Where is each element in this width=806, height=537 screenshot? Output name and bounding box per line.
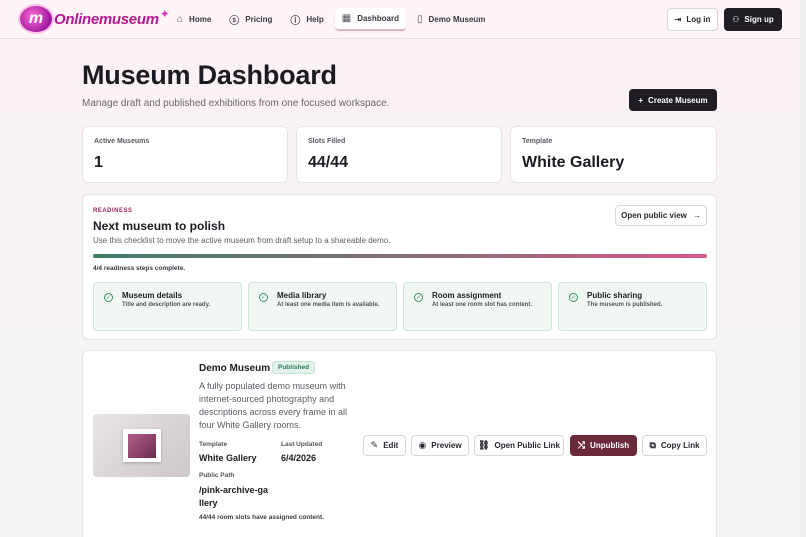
stat-value: White Gallery [522,154,625,171]
dollar-circle-icon: ⓢ [229,16,240,27]
edit-label: Edit [383,441,399,450]
nav-item-label: Dashboard [357,14,399,23]
step-room-assignment: ✓ Room assignment At least one room slot… [403,282,552,331]
create-museum-button[interactable]: + Create Museum [629,89,717,111]
check-circle-icon: ✓ [569,293,578,302]
grid-icon: ▦ [341,13,352,24]
logo-mark-icon: m [20,6,52,32]
eye-icon: ◉ [418,440,427,450]
nav-item-help[interactable]: ⓘ Help [283,8,330,31]
museum-thumbnail [93,414,190,477]
progress-status: 4/4 readiness steps complete. [93,265,186,272]
nav-item-label: Help [306,15,324,24]
create-museum-label: Create Museum [648,95,708,105]
unpublish-button[interactable]: ⤭ Unpublish [570,435,637,456]
signup-button[interactable]: ⚇ Sign up [724,8,782,31]
signup-label: Sign up [744,15,774,24]
nav-item-dashboard[interactable]: ▦ Dashboard [334,8,406,31]
login-icon: ⇥ [674,15,682,24]
step-public-sharing: ✓ Public sharing The museum is published… [558,282,707,331]
last-updated-value: 6/4/2026 [281,453,317,463]
stat-label: Template [522,138,553,145]
stat-label: Active Museums [94,138,150,145]
slots-note: 44/44 room slots have assigned content. [199,514,324,521]
link-icon: ⛓ [478,440,490,450]
page-title: Museum Dashboard [82,60,337,90]
readiness-panel: READINESS Next museum to polish Use this… [82,194,717,340]
readiness-description: Use this checklist to move the active mu… [93,236,391,245]
open-public-view-button[interactable]: Open public view → [615,205,707,226]
nav-item-label: Home [189,15,212,24]
step-title: Media library [277,291,327,300]
nav-item-demo-museum[interactable]: ▯ Demo Museum [410,8,492,31]
book-icon: ▯ [417,14,423,25]
step-description: At least one room slot has content. [432,302,533,308]
preview-button[interactable]: ◉ Preview [411,435,469,456]
pencil-icon: ✎ [370,440,379,450]
login-label: Log in [686,15,711,24]
status-badge: Published [272,361,316,374]
login-button[interactable]: ⇥ Log in [667,8,718,31]
public-path-value: /pink-archive-gallery [199,485,269,508]
nav-links: ⌂ Home ⓢ Pricing ⓘ Help ▦ Dashboard ▯ De… [170,8,492,31]
step-description: At least one media item is available. [277,302,380,308]
nav-item-label: Pricing [245,15,273,24]
copy-icon: ⧉ [649,440,656,450]
stat-value: 44/44 [308,154,349,171]
check-circle-icon: ✓ [104,293,113,302]
public-path-label: Public Path [199,472,235,479]
readiness-steps: ✓ Museum details Title and description a… [93,282,707,331]
check-circle-icon: ✓ [414,293,423,302]
check-circle-icon: ✓ [259,293,268,302]
open-public-view-label: Open public view [621,211,687,220]
stat-card-active-museums: Active Museums 1 [82,126,288,183]
step-title: Museum details [122,291,183,300]
copy-link-button[interactable]: ⧉ Copy Link [642,435,707,456]
stat-label: Slots Filled [308,138,346,145]
readiness-eyebrow: READINESS [93,208,133,214]
step-museum-details: ✓ Museum details Title and description a… [93,282,242,331]
edit-button[interactable]: ✎ Edit [363,435,406,456]
copy-link-label: Copy Link [660,441,700,450]
template-value: White Gallery [199,453,257,463]
last-updated-label: Last Updated [281,441,323,448]
brand-logo[interactable]: m Onlinemuseum ✦ [20,6,170,32]
nav-item-home[interactable]: ⌂ Home [170,8,218,31]
arrow-right-icon: → [692,211,701,220]
readiness-title: Next museum to polish [93,219,226,233]
sparkle-icon: ✦ [159,7,170,21]
step-title: Room assignment [432,291,502,300]
readiness-progress-bar [93,254,707,258]
picture-frame-icon [122,429,161,462]
template-label: Template [199,441,228,448]
unlink-icon: ⤭ [577,440,586,450]
progress-fill [93,254,707,258]
user-plus-icon: ⚇ [732,15,740,24]
step-media-library: ✓ Media library At least one media item … [248,282,397,331]
page-subtitle: Manage draft and published exhibitions f… [82,98,390,109]
museum-description: A fully populated demo museum with inter… [199,381,348,430]
open-public-link-label: Open Public Link [494,441,560,450]
museum-card: Demo Museum Published A fully populated … [82,350,717,537]
stat-card-template: Template White Gallery [510,126,717,183]
top-navigation: m Onlinemuseum ✦ ⌂ Home ⓢ Pricing ⓘ Help… [0,0,800,39]
stat-value: 1 [94,154,103,171]
step-description: The museum is published. [587,302,663,308]
open-public-link-button[interactable]: ⛓ Open Public Link [474,435,564,456]
step-description: Title and description are ready. [122,302,211,308]
preview-label: Preview [431,441,462,450]
help-circle-icon: ⓘ [290,16,301,27]
home-icon: ⌂ [177,14,184,25]
unpublish-label: Unpublish [590,441,630,450]
museum-name: Demo Museum [199,363,271,374]
nav-item-label: Demo Museum [428,15,486,24]
nav-item-pricing[interactable]: ⓢ Pricing [222,8,279,31]
logo-text: Onlinemuseum [54,10,159,28]
stat-card-slots-filled: Slots Filled 44/44 [296,126,502,183]
page-scrollbar[interactable] [800,0,806,537]
step-title: Public sharing [587,291,643,300]
plus-icon: + [638,95,644,105]
